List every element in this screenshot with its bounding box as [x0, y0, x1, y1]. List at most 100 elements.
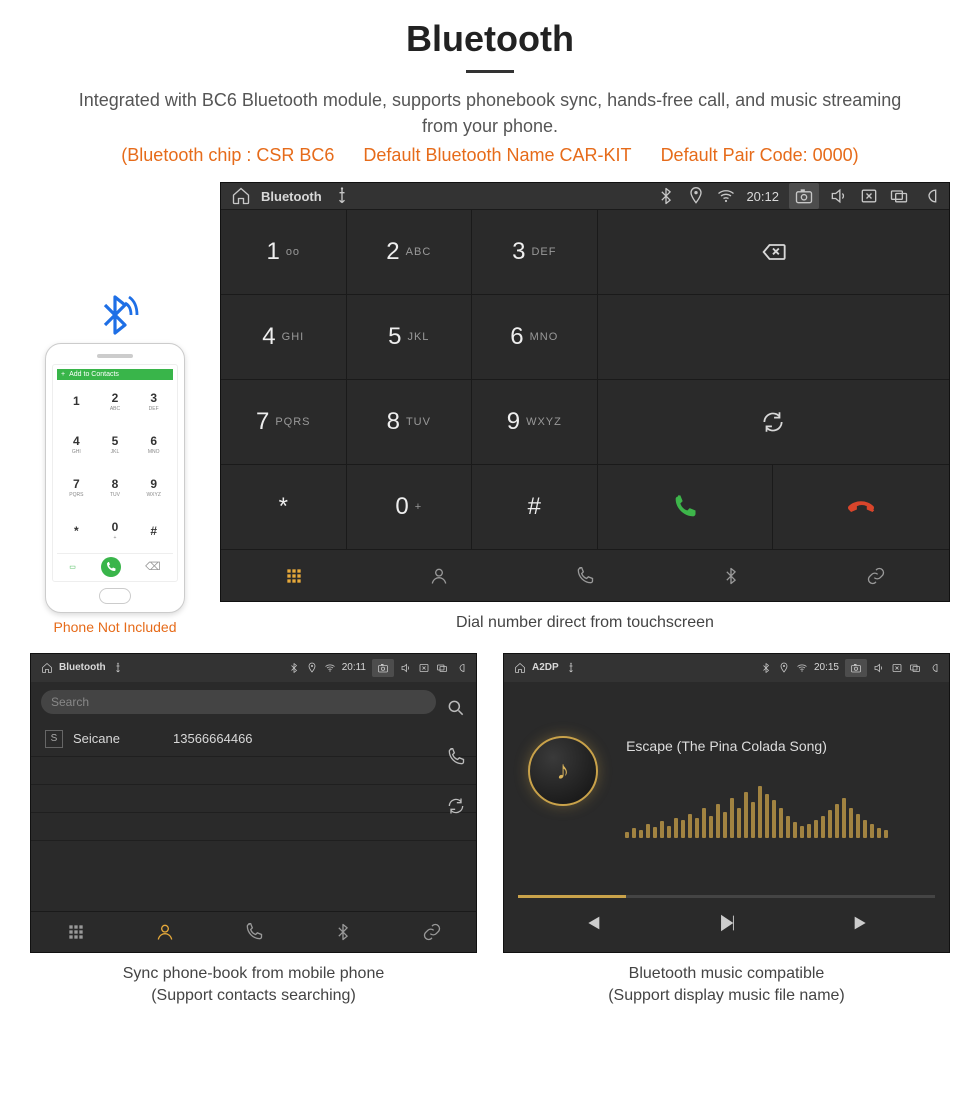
tab-contacts[interactable] — [367, 550, 513, 602]
back-icon[interactable] — [927, 662, 939, 674]
tab-calls[interactable] — [512, 550, 658, 602]
volume-icon[interactable] — [873, 662, 885, 674]
key-7[interactable]: 7PQRS — [221, 380, 347, 464]
bluetooth-signal-icon — [91, 291, 139, 339]
backspace-icon: ⌫ — [145, 560, 161, 573]
key-1[interactable]: 1oo — [221, 210, 347, 294]
camera-icon[interactable] — [789, 183, 819, 209]
hangup-button[interactable] — [773, 465, 949, 549]
status-bar-music: A2DP 20:15 — [504, 654, 949, 682]
chip-info: (Bluetooth chip : CSR BC6 Default Blueto… — [0, 145, 980, 166]
dialer-caption: Dial number direct from touchscreen — [220, 612, 950, 634]
subtitle: Integrated with BC6 Bluetooth module, su… — [0, 87, 980, 139]
tab-pair[interactable] — [387, 912, 476, 952]
close-app-icon[interactable] — [418, 662, 430, 674]
music-note-icon: ♪ — [557, 755, 570, 786]
call-icon[interactable] — [446, 747, 466, 770]
key-5[interactable]: 5JKL — [347, 295, 473, 379]
bt-name-label: Default Bluetooth Name CAR-KIT — [363, 145, 631, 165]
camera-icon[interactable] — [372, 659, 394, 677]
usb-icon — [565, 662, 577, 674]
prev-button[interactable] — [581, 912, 603, 937]
volume-icon[interactable] — [829, 186, 849, 206]
location-icon — [306, 662, 318, 674]
bluetooth-icon — [288, 662, 300, 674]
app-title: Bluetooth — [261, 189, 322, 204]
call-button[interactable] — [598, 465, 774, 549]
contact-number: 13566664466 — [173, 731, 253, 746]
contact-row-empty — [31, 757, 476, 785]
wifi-icon — [796, 662, 808, 674]
clock: 20:15 — [814, 662, 839, 673]
search-input[interactable]: Search — [41, 690, 436, 714]
contact-initial: S — [45, 730, 63, 748]
key-2[interactable]: 2ABC — [347, 210, 473, 294]
key-6[interactable]: 6MNO — [472, 295, 598, 379]
key-8[interactable]: 8TUV — [347, 380, 473, 464]
sim-icon: ▭ — [69, 563, 76, 571]
tab-pair[interactable] — [803, 550, 949, 602]
volume-icon[interactable] — [400, 662, 412, 674]
tab-contacts[interactable] — [120, 912, 209, 952]
clock: 20:12 — [746, 189, 779, 204]
track-title: Escape (The Pina Colada Song) — [626, 738, 827, 754]
contacts-caption: Sync phone-book from mobile phone (Suppo… — [30, 963, 477, 1008]
recent-apps-icon[interactable] — [909, 662, 921, 674]
play-pause-button[interactable] — [716, 912, 738, 937]
usb-icon — [112, 662, 124, 674]
next-button[interactable] — [851, 912, 873, 937]
tab-bluetooth[interactable] — [298, 912, 387, 952]
phone-column: +Add to Contacts 12ABC3DEF4GHI5JKL6MNO7P… — [30, 291, 200, 635]
usb-icon — [332, 186, 352, 206]
back-icon[interactable] — [454, 662, 466, 674]
clock: 20:11 — [342, 662, 366, 673]
phone-keypad: 12ABC3DEF4GHI5JKL6MNO7PQRS8TUV9WXYZ*0+# — [57, 380, 173, 553]
phone-caption: Phone Not Included — [30, 619, 200, 635]
contact-row[interactable]: S Seicane 13566664466 — [31, 722, 476, 757]
backspace-button[interactable] — [598, 210, 949, 294]
key-0[interactable]: 0+ — [347, 465, 473, 549]
key-9[interactable]: 9WXYZ — [472, 380, 598, 464]
sync-icon[interactable] — [446, 796, 466, 819]
contact-row-empty — [31, 785, 476, 813]
key-star[interactable]: * — [221, 465, 347, 549]
empty-cell — [598, 295, 949, 379]
headunit-music: A2DP 20:15 Escape (The Pina Colada Song)… — [503, 653, 950, 953]
bluetooth-icon — [656, 186, 676, 206]
equalizer — [625, 768, 888, 838]
home-icon[interactable] — [514, 662, 526, 674]
headunit-dialer: Bluetooth 20:12 1oo 2ABC 3DEF 4G — [220, 182, 950, 602]
tab-keypad[interactable] — [221, 550, 367, 602]
progress-bar[interactable] — [518, 895, 935, 898]
key-4[interactable]: 4GHI — [221, 295, 347, 379]
app-title: A2DP — [532, 662, 559, 673]
contact-row-empty — [31, 813, 476, 841]
title-underline — [466, 70, 514, 73]
phone-add-contacts: +Add to Contacts — [57, 369, 173, 380]
contact-name: Seicane — [73, 731, 163, 746]
home-icon[interactable] — [41, 662, 53, 674]
wifi-icon — [324, 662, 336, 674]
home-icon[interactable] — [231, 186, 251, 206]
key-hash[interactable]: # — [472, 465, 598, 549]
recent-apps-icon[interactable] — [436, 662, 448, 674]
headunit-contacts: Bluetooth 20:11 Search S Seicane 1356666… — [30, 653, 477, 953]
back-icon[interactable] — [919, 186, 939, 206]
dial-button-icon — [101, 557, 121, 577]
page-title: Bluetooth — [0, 18, 980, 60]
tab-calls[interactable] — [209, 912, 298, 952]
recent-apps-icon[interactable] — [889, 186, 909, 206]
search-icon[interactable] — [446, 698, 466, 721]
status-bar: Bluetooth 20:12 — [221, 183, 949, 209]
location-icon — [778, 662, 790, 674]
bluetooth-icon — [760, 662, 772, 674]
search-placeholder: Search — [51, 695, 89, 709]
tab-bluetooth[interactable] — [658, 550, 804, 602]
sync-button[interactable] — [598, 380, 949, 464]
camera-icon[interactable] — [845, 659, 867, 677]
close-app-icon[interactable] — [859, 186, 879, 206]
key-3[interactable]: 3DEF — [472, 210, 598, 294]
close-app-icon[interactable] — [891, 662, 903, 674]
tab-keypad[interactable] — [31, 912, 120, 952]
wifi-icon — [716, 186, 736, 206]
